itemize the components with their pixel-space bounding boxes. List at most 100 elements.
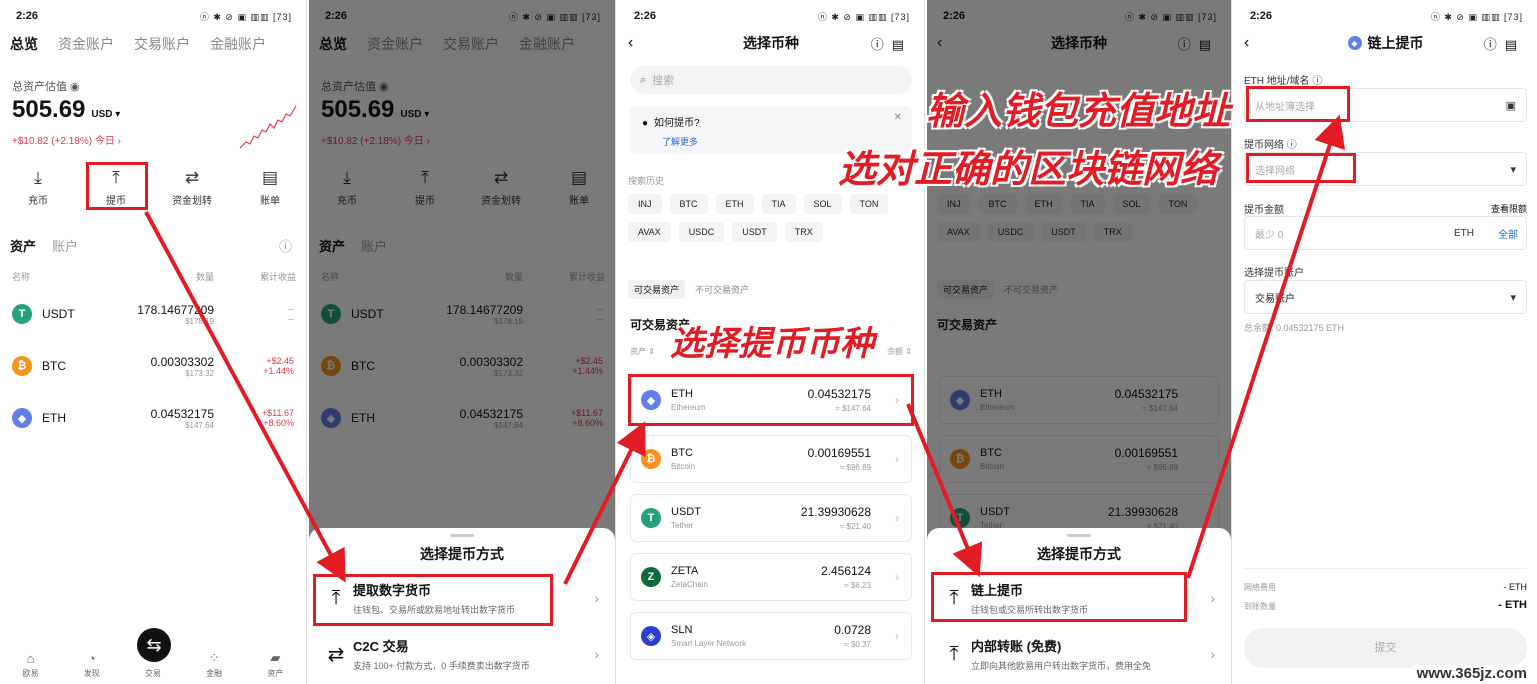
asset-pnl: +$2.45 xyxy=(266,356,294,366)
asset-row[interactable]: ◆ ETH 0.04532175$147.64 +$11.67+8.60% xyxy=(12,396,294,440)
back-icon[interactable]: ‹ xyxy=(628,34,633,52)
coin-name: ZetaChain xyxy=(671,580,708,589)
asset-fiat: $173.32 xyxy=(185,368,214,378)
caption-enter-address: 输入钱包充值地址 xyxy=(926,91,1231,133)
nav-assets[interactable]: ▰ 资产 xyxy=(267,650,283,679)
col-balance[interactable]: 余额 ⇕ xyxy=(887,346,912,357)
history-chip[interactable]: TON xyxy=(849,194,889,214)
nav-trade[interactable]: 交易 xyxy=(145,666,161,679)
amount-unit: ETH xyxy=(1454,227,1474,239)
history-chip[interactable]: USDT xyxy=(732,222,777,242)
coin-card[interactable]: Z ZETA ZetaChain 2.456124 ≈ $6.23 › xyxy=(630,553,912,601)
onchain-withdraw-form: 2:26 ⓝ ✱ ⊘ ▣ ▥▥ [73] ‹ ◆ 链上提币 ⓘ▤ ETH 地址/… xyxy=(1234,0,1537,684)
history-chip[interactable]: INJ xyxy=(628,194,662,214)
highlight-eth xyxy=(628,374,914,426)
search-input[interactable]: ⌕ 搜索 xyxy=(630,66,912,94)
coin-fiat: ≈ $96.89 xyxy=(839,463,871,472)
daily-change[interactable]: +$10.82 (+2.18%) 今日 › xyxy=(12,132,121,147)
tab-trading[interactable]: 交易账户 xyxy=(134,34,190,54)
status-bar: 2:26 ⓝ ✱ ⊘ ▣ ▥▥ [73] xyxy=(1234,0,1537,32)
coin-name: Tether xyxy=(671,521,694,530)
asset-row[interactable]: ₿ BTC 0.00303302$173.32 +$2.45+1.44% xyxy=(12,344,294,388)
status-icons: ⓝ ✱ ⊘ ▣ ▥▥ [73] xyxy=(817,11,910,22)
close-icon[interactable]: ✕ xyxy=(894,112,902,123)
coin-card[interactable]: ◈ SLN Smart Layer Network 0.0728 ≈ $0.37 › xyxy=(630,612,912,660)
history-chip[interactable]: ETH xyxy=(715,194,754,214)
address-book-icon[interactable]: ▣ xyxy=(1506,99,1516,112)
asset-qty: 0.00303302 xyxy=(150,354,214,369)
nav-discover[interactable]: ◔ 发现 xyxy=(84,651,100,679)
coin-amount: 2.456124 xyxy=(820,564,871,578)
tab-non-tradable[interactable]: 不可交易资产 xyxy=(695,280,749,299)
help-icon[interactable]: ⓘ▤ xyxy=(1484,34,1525,53)
deposit-button[interactable]: ⤓ 充币 xyxy=(10,168,66,207)
search-icon: ⌕ xyxy=(640,73,647,86)
tab-accounts[interactable]: 账户 xyxy=(52,236,78,255)
limit-link[interactable]: 查看限额 xyxy=(1491,202,1527,215)
history-chip[interactable]: USDC xyxy=(678,222,725,242)
coin-name: Bitcoin xyxy=(671,462,696,471)
receive-value: - ETH xyxy=(1498,599,1527,611)
highlight-network xyxy=(1246,153,1356,183)
asset-type-tabs: 可交易资产 不可交易资产 xyxy=(628,280,749,299)
help-icon[interactable]: ⓘ▤ xyxy=(871,34,912,53)
deposit-icon: ⤓ xyxy=(34,168,42,187)
swap-icon[interactable]: ⇆ xyxy=(137,628,171,662)
amount-all-button[interactable]: 全部 xyxy=(1498,226,1518,241)
submit-button[interactable]: 提交 xyxy=(1244,628,1527,668)
sheet-handle[interactable] xyxy=(1067,534,1091,537)
chevron-right-icon: › xyxy=(895,629,899,643)
status-bar: 2:26 ⓝ ✱ ⊘ ▣ ▥▥ [73] xyxy=(618,0,924,32)
coin-name: Smart Layer Network xyxy=(671,639,747,648)
highlight-withdraw xyxy=(86,162,148,210)
nav-earn[interactable]: ⁘ 金融 xyxy=(206,650,222,679)
history-chip[interactable]: TIA xyxy=(761,194,796,214)
asset-fiat: $147.64 xyxy=(185,420,214,430)
page-title: 选择币种 xyxy=(743,35,799,51)
usdt-icon: T xyxy=(641,508,661,528)
tab-funding[interactable]: 资金账户 xyxy=(58,34,114,54)
fee-label: 网络费用 xyxy=(1244,583,1276,592)
info-icon[interactable]: ⓘ xyxy=(279,236,292,255)
chevron-right-icon: › xyxy=(895,452,899,466)
amount-input[interactable]: 最少 0 ETH 全部 xyxy=(1244,216,1527,250)
bill-button[interactable]: ▤ 账单 xyxy=(242,168,298,207)
tab-earn[interactable]: 金融账户 xyxy=(210,34,266,54)
asset-row[interactable]: T USDT 178.14677209$178.19 ---- xyxy=(12,292,294,336)
account-select[interactable]: 交易账户 ▾ xyxy=(1244,280,1527,314)
col-asset[interactable]: 资产 ⇕ xyxy=(630,346,655,357)
coin-fiat: ≈ $6.23 xyxy=(844,581,871,590)
history-chips: INJ BTC ETH TIA SOL TON AVAX USDC USDT T… xyxy=(628,194,914,242)
col-qty: 数量 xyxy=(196,272,215,282)
tab-assets[interactable]: 资产 xyxy=(10,236,36,255)
history-chip[interactable]: TRX xyxy=(784,222,823,242)
coin-amount: 0.0728 xyxy=(834,623,871,637)
coin-card[interactable]: T USDT Tether 21.39930628 ≈ $21.40 › xyxy=(630,494,912,542)
transfer-button[interactable]: ⇄ 资金划转 xyxy=(164,168,220,207)
page-title: 链上提币 xyxy=(1367,35,1424,51)
currency-select[interactable]: USD ▾ xyxy=(91,109,120,120)
back-icon[interactable]: ‹ xyxy=(1244,34,1249,52)
sheet-handle[interactable] xyxy=(450,534,474,537)
watermark: www.365jz.com xyxy=(1412,665,1531,682)
chevron-right-icon: › xyxy=(895,570,899,584)
nav-home[interactable]: ⌂ 欧易 xyxy=(23,651,39,679)
btc-icon: ₿ xyxy=(641,449,661,469)
nav-label: 资产 xyxy=(267,669,284,678)
caption-select-network: 选对正确的区块链网络 xyxy=(838,149,1219,191)
coin-symbol: USDT xyxy=(671,506,701,518)
deposit-label: 充币 xyxy=(28,196,48,207)
history-chip[interactable]: BTC xyxy=(669,194,708,214)
btc-icon: ₿ xyxy=(12,356,32,376)
nav-label: 欧易 xyxy=(22,669,39,678)
option-c2c[interactable]: ⇄ C2C 交易 支持 100+ 付款方式，0 手续费卖出数字货币 › xyxy=(319,630,605,678)
history-chip[interactable]: SOL xyxy=(803,194,842,214)
asset-symbol: BTC xyxy=(42,359,66,373)
tab-tradable[interactable]: 可交易资产 xyxy=(628,280,686,299)
history-chip[interactable]: AVAX xyxy=(628,222,671,242)
status-icons: ⓝ ✱ ⊘ ▣ ▥▥ [73] xyxy=(199,11,292,22)
option-internal-transfer[interactable]: ⤒ 内部转账 (免费) 立即向其他欧易用户转出数字货币，费用全免 › xyxy=(937,630,1221,678)
tab-overview[interactable]: 总览 xyxy=(10,34,38,54)
coin-card[interactable]: ₿ BTC Bitcoin 0.00169551 ≈ $96.89 › xyxy=(630,435,912,483)
sln-icon: ◈ xyxy=(641,626,661,646)
